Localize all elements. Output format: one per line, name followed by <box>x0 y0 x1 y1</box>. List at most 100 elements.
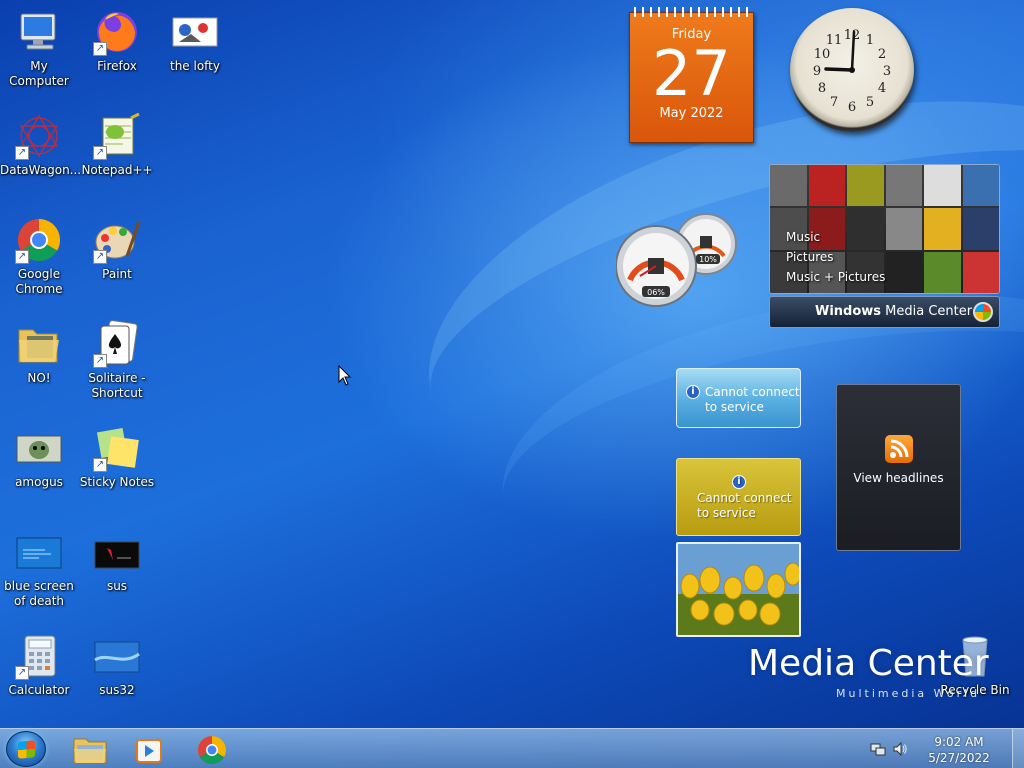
desktop-icon-amogus[interactable]: amogus <box>0 424 78 490</box>
computer-icon <box>15 8 63 56</box>
desktop-icon-label: My Computer <box>9 59 69 88</box>
image-thumbnail-icon <box>171 8 219 56</box>
desktop-icon-label: Google Chrome <box>15 267 63 296</box>
desktop-icon-label: Paint <box>102 267 132 281</box>
svg-text:9: 9 <box>813 64 821 79</box>
desktop-icon-label: blue screen of death <box>4 579 74 608</box>
image-thumbnail-icon <box>15 424 63 472</box>
media-center-menu-music[interactable]: Music <box>786 227 885 247</box>
shortcut-arrow-icon: ↗ <box>93 458 107 472</box>
desktop-icon-sus32[interactable]: sus32 <box>78 632 156 698</box>
solitaire-cards-icon: ↗ <box>93 320 141 368</box>
calendar-gadget[interactable]: Friday 27 May 2022 <box>629 7 754 143</box>
media-center-brand-rest: Media Center <box>881 304 973 319</box>
taskbar-media-player-button[interactable] <box>122 733 178 767</box>
network-icon[interactable] <box>870 741 886 757</box>
shortcut-arrow-icon: ↗ <box>93 354 107 368</box>
show-desktop-button[interactable] <box>1012 729 1024 768</box>
currency-gadget[interactable]: i Cannot connect to service <box>676 458 801 536</box>
desktop-icon-paint[interactable]: ↗ Paint <box>78 216 156 282</box>
wallpaper-brand-title: Media Center <box>748 643 989 684</box>
desktop-icon-firefox[interactable]: ↗ Firefox <box>78 8 156 74</box>
svg-text:4: 4 <box>878 81 886 96</box>
desktop-icon-sus[interactable]: sus <box>78 528 156 594</box>
folder-icon <box>15 320 63 368</box>
media-player-icon <box>136 739 162 763</box>
desktop-icon-calculator[interactable]: ↗ Calculator <box>0 632 78 698</box>
view-headlines-link[interactable]: View headlines <box>837 471 960 485</box>
volume-icon[interactable] <box>892 741 908 757</box>
desktop-icon-blue-screen[interactable]: blue screen of death <box>0 528 78 609</box>
taskbar-chrome-button[interactable] <box>184 733 240 767</box>
desktop-icon-label: Notepad++ <box>81 163 153 177</box>
desktop-icon-datawagon[interactable]: ↗ DataWagon... <box>0 112 81 178</box>
desktop-icon-label: Firefox <box>97 59 137 73</box>
media-center-launch-bar[interactable]: Windows Media Center <box>769 296 1000 328</box>
image-thumbnail-icon <box>93 632 141 680</box>
desktop-icon-notepadpp[interactable]: ↗ Notepad++ <box>78 112 156 178</box>
desktop-icon-no-folder[interactable]: NO! <box>0 320 78 386</box>
media-center-gadget[interactable]: Music Pictures Music + Pictures <box>769 164 1000 294</box>
explorer-icon <box>73 738 107 764</box>
desktop-icon-label: amogus <box>15 475 63 489</box>
desktop-icon-label: the lofty <box>169 59 220 73</box>
slideshow-gadget[interactable] <box>676 542 801 637</box>
windows-logo-icon <box>973 302 993 322</box>
shortcut-arrow-icon: ↗ <box>93 250 107 264</box>
taskbar-date: 5/27/2022 <box>928 751 990 765</box>
chrome-icon <box>198 736 226 764</box>
info-icon: i <box>732 475 746 489</box>
media-center-menu-music-pictures[interactable]: Music + Pictures <box>786 267 885 287</box>
shortcut-arrow-icon: ↗ <box>15 146 29 160</box>
taskbar-explorer-button[interactable] <box>62 733 118 767</box>
desktop-icon-sticky-notes[interactable]: ↗ Sticky Notes <box>78 424 156 490</box>
desktop-icon-label: sus32 <box>99 683 135 697</box>
image-thumbnail-icon <box>15 528 63 576</box>
desktop-icon-the-lofty[interactable]: the lofty <box>156 8 234 74</box>
info-icon: i <box>686 385 700 399</box>
calendar-month-year: May 2022 <box>659 106 724 121</box>
feed-headlines-gadget[interactable]: View headlines <box>836 384 961 551</box>
shortcut-arrow-icon: ↗ <box>15 250 29 264</box>
taskbar: 9:02 AM 5/27/2022 <box>0 728 1024 768</box>
shortcut-arrow-icon: ↗ <box>93 146 107 160</box>
rss-icon <box>884 435 913 463</box>
sticky-notes-icon: ↗ <box>93 424 141 472</box>
calendar-day-number: 27 <box>652 37 731 110</box>
desktop-icon-solitaire[interactable]: ↗ Solitaire - Shortcut <box>78 320 156 401</box>
currency-status-text: Cannot connect to service <box>697 491 792 520</box>
cpu-meter-gadget[interactable]: 06% 10% <box>616 212 742 308</box>
desktop-icon-label: Solitaire - Shortcut <box>88 371 146 400</box>
media-center-menu: Music Pictures Music + Pictures <box>786 227 885 287</box>
desktop-icon-label: Calculator <box>8 683 70 697</box>
svg-text:11: 11 <box>826 33 843 48</box>
svg-text:3: 3 <box>883 64 891 79</box>
svg-text:2: 2 <box>878 47 886 62</box>
notepadpp-icon: ↗ <box>93 112 141 160</box>
desktop-icon-google-chrome[interactable]: ↗ Google Chrome <box>0 216 78 297</box>
svg-text:12: 12 <box>844 28 861 43</box>
shortcut-arrow-icon: ↗ <box>93 42 107 56</box>
wallpaper-brand-subtitle: Multimedia World <box>836 687 981 700</box>
calendar-rings <box>634 7 749 17</box>
start-button[interactable] <box>6 731 46 767</box>
media-center-menu-pictures[interactable]: Pictures <box>786 247 885 267</box>
clock-hour-hand <box>824 67 854 72</box>
desktop-icon-label: NO! <box>27 371 51 385</box>
chrome-icon: ↗ <box>15 216 63 264</box>
memory-usage-text: 10% <box>699 255 717 264</box>
clock-gadget[interactable]: 12 1 2 3 4 5 6 7 8 9 10 11 <box>790 8 914 132</box>
cpu-usage-text: 06% <box>647 288 665 297</box>
tulips-photo <box>678 544 799 635</box>
desktop-icon-my-computer[interactable]: My Computer <box>0 8 78 89</box>
svg-text:8: 8 <box>818 81 826 96</box>
clock-face: 12 1 2 3 4 5 6 7 8 9 10 11 <box>813 28 891 115</box>
svg-text:5: 5 <box>866 95 874 110</box>
svg-text:6: 6 <box>848 100 856 115</box>
taskbar-clock[interactable]: 9:02 AM 5/27/2022 <box>924 734 994 766</box>
calculator-icon: ↗ <box>15 632 63 680</box>
weather-status-text: Cannot connect to service <box>705 385 800 414</box>
desktop-icon-label: Sticky Notes <box>79 475 155 489</box>
shortcut-arrow-icon: ↗ <box>15 666 29 680</box>
weather-gadget[interactable]: i Cannot connect to service <box>676 368 801 428</box>
